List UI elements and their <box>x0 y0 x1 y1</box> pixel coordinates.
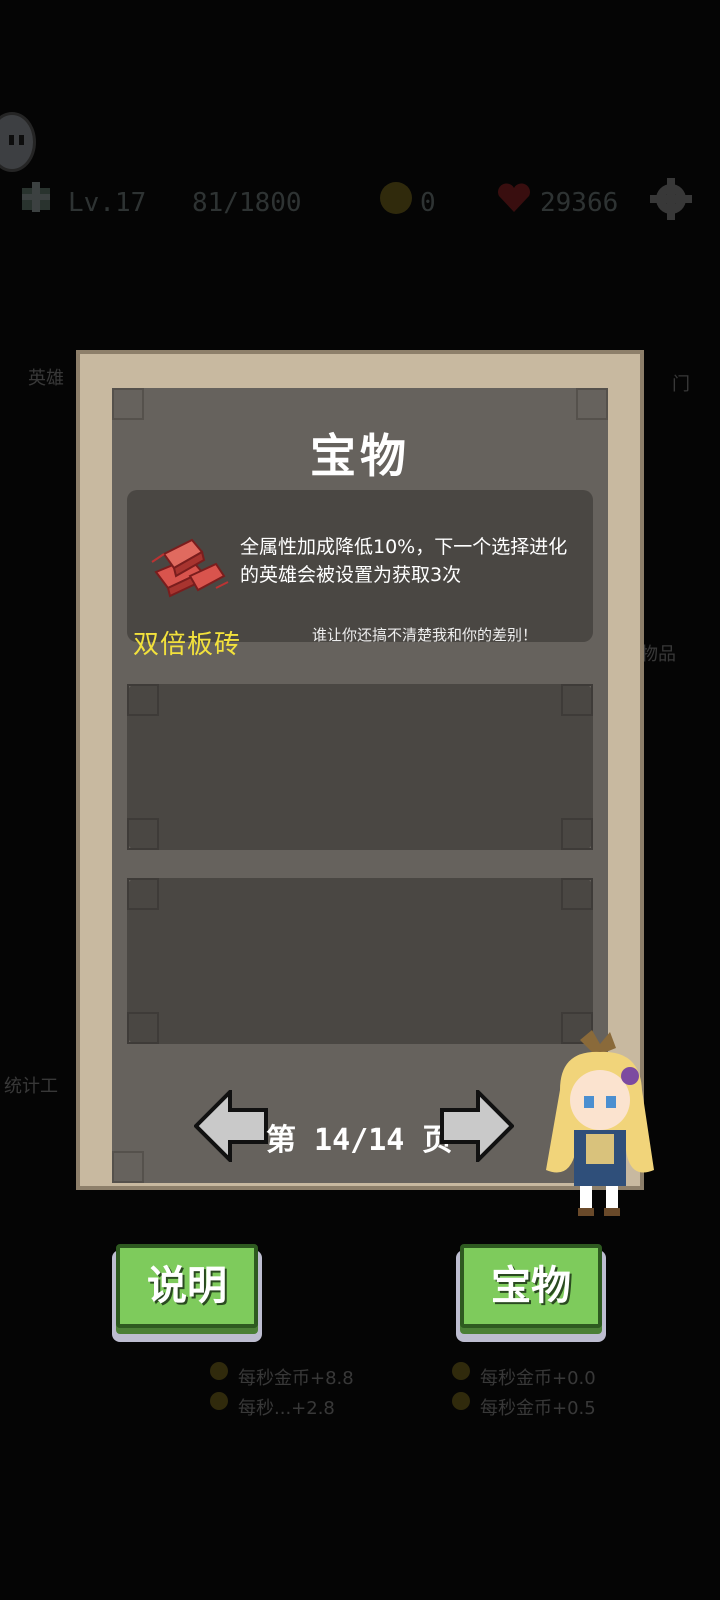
page-indicator: 第 14/14 页 <box>266 1123 453 1158</box>
level-icon <box>22 182 50 212</box>
gear-icon[interactable] <box>648 176 694 222</box>
bg-stat-1: 每秒金币+8.8 <box>238 1368 354 1389</box>
bg-stat-dot <box>452 1362 470 1380</box>
bg-label-items: 物品 <box>640 644 676 665</box>
bg-stat-dot <box>210 1362 228 1380</box>
panel-corner <box>576 388 608 420</box>
slot-corner <box>127 1012 159 1044</box>
slot-corner <box>127 878 159 910</box>
brick-icon <box>151 538 229 598</box>
bg-stat-4: 每秒金币+0.5 <box>480 1398 596 1419</box>
bg-stat-2: 每秒...+2.8 <box>238 1398 335 1419</box>
slot-corner <box>561 818 593 850</box>
prev-page-arrow-icon[interactable] <box>194 1090 268 1162</box>
item-name: 双倍板砖 <box>133 630 242 660</box>
bg-stat-dot <box>452 1392 470 1410</box>
next-page-arrow-icon[interactable] <box>440 1090 514 1162</box>
hud-level: Lv.17 <box>68 188 147 218</box>
explain-button[interactable]: 说明 <box>116 1244 258 1328</box>
item-quote: 谁让你还搞不清楚我和你的差别！ <box>312 626 538 644</box>
treasure-slot-3[interactable] <box>127 878 593 1044</box>
panel-corner <box>112 1151 144 1183</box>
slot-corner <box>561 684 593 716</box>
slot-corner <box>561 878 593 910</box>
treasure-button[interactable]: 宝物 <box>460 1244 602 1328</box>
heart-icon <box>498 183 530 212</box>
bg-label-hero: 英雄 <box>28 368 64 389</box>
panel-corner <box>112 388 144 420</box>
player-avatar <box>0 112 36 172</box>
hud-exp: 81/1800 <box>192 188 302 218</box>
item-description: 全属性加成降低10%，下一个选择进化的英雄会被设置为获取3次 <box>240 536 568 586</box>
bg-label-door: 门 <box>672 374 690 395</box>
coin-icon <box>380 182 412 214</box>
slot-corner <box>127 818 159 850</box>
slot-corner <box>127 684 159 716</box>
treasure-slot-2[interactable] <box>127 684 593 850</box>
bg-stat-3: 每秒金币+0.0 <box>480 1368 596 1389</box>
hud-coins: 0 <box>420 188 436 218</box>
bg-label-stats: 统计工 <box>4 1076 58 1097</box>
panel-title: 宝物 <box>310 429 410 483</box>
hud-hp: 29366 <box>540 188 619 218</box>
bg-stat-dot <box>210 1392 228 1410</box>
character-sprite <box>546 1030 654 1216</box>
